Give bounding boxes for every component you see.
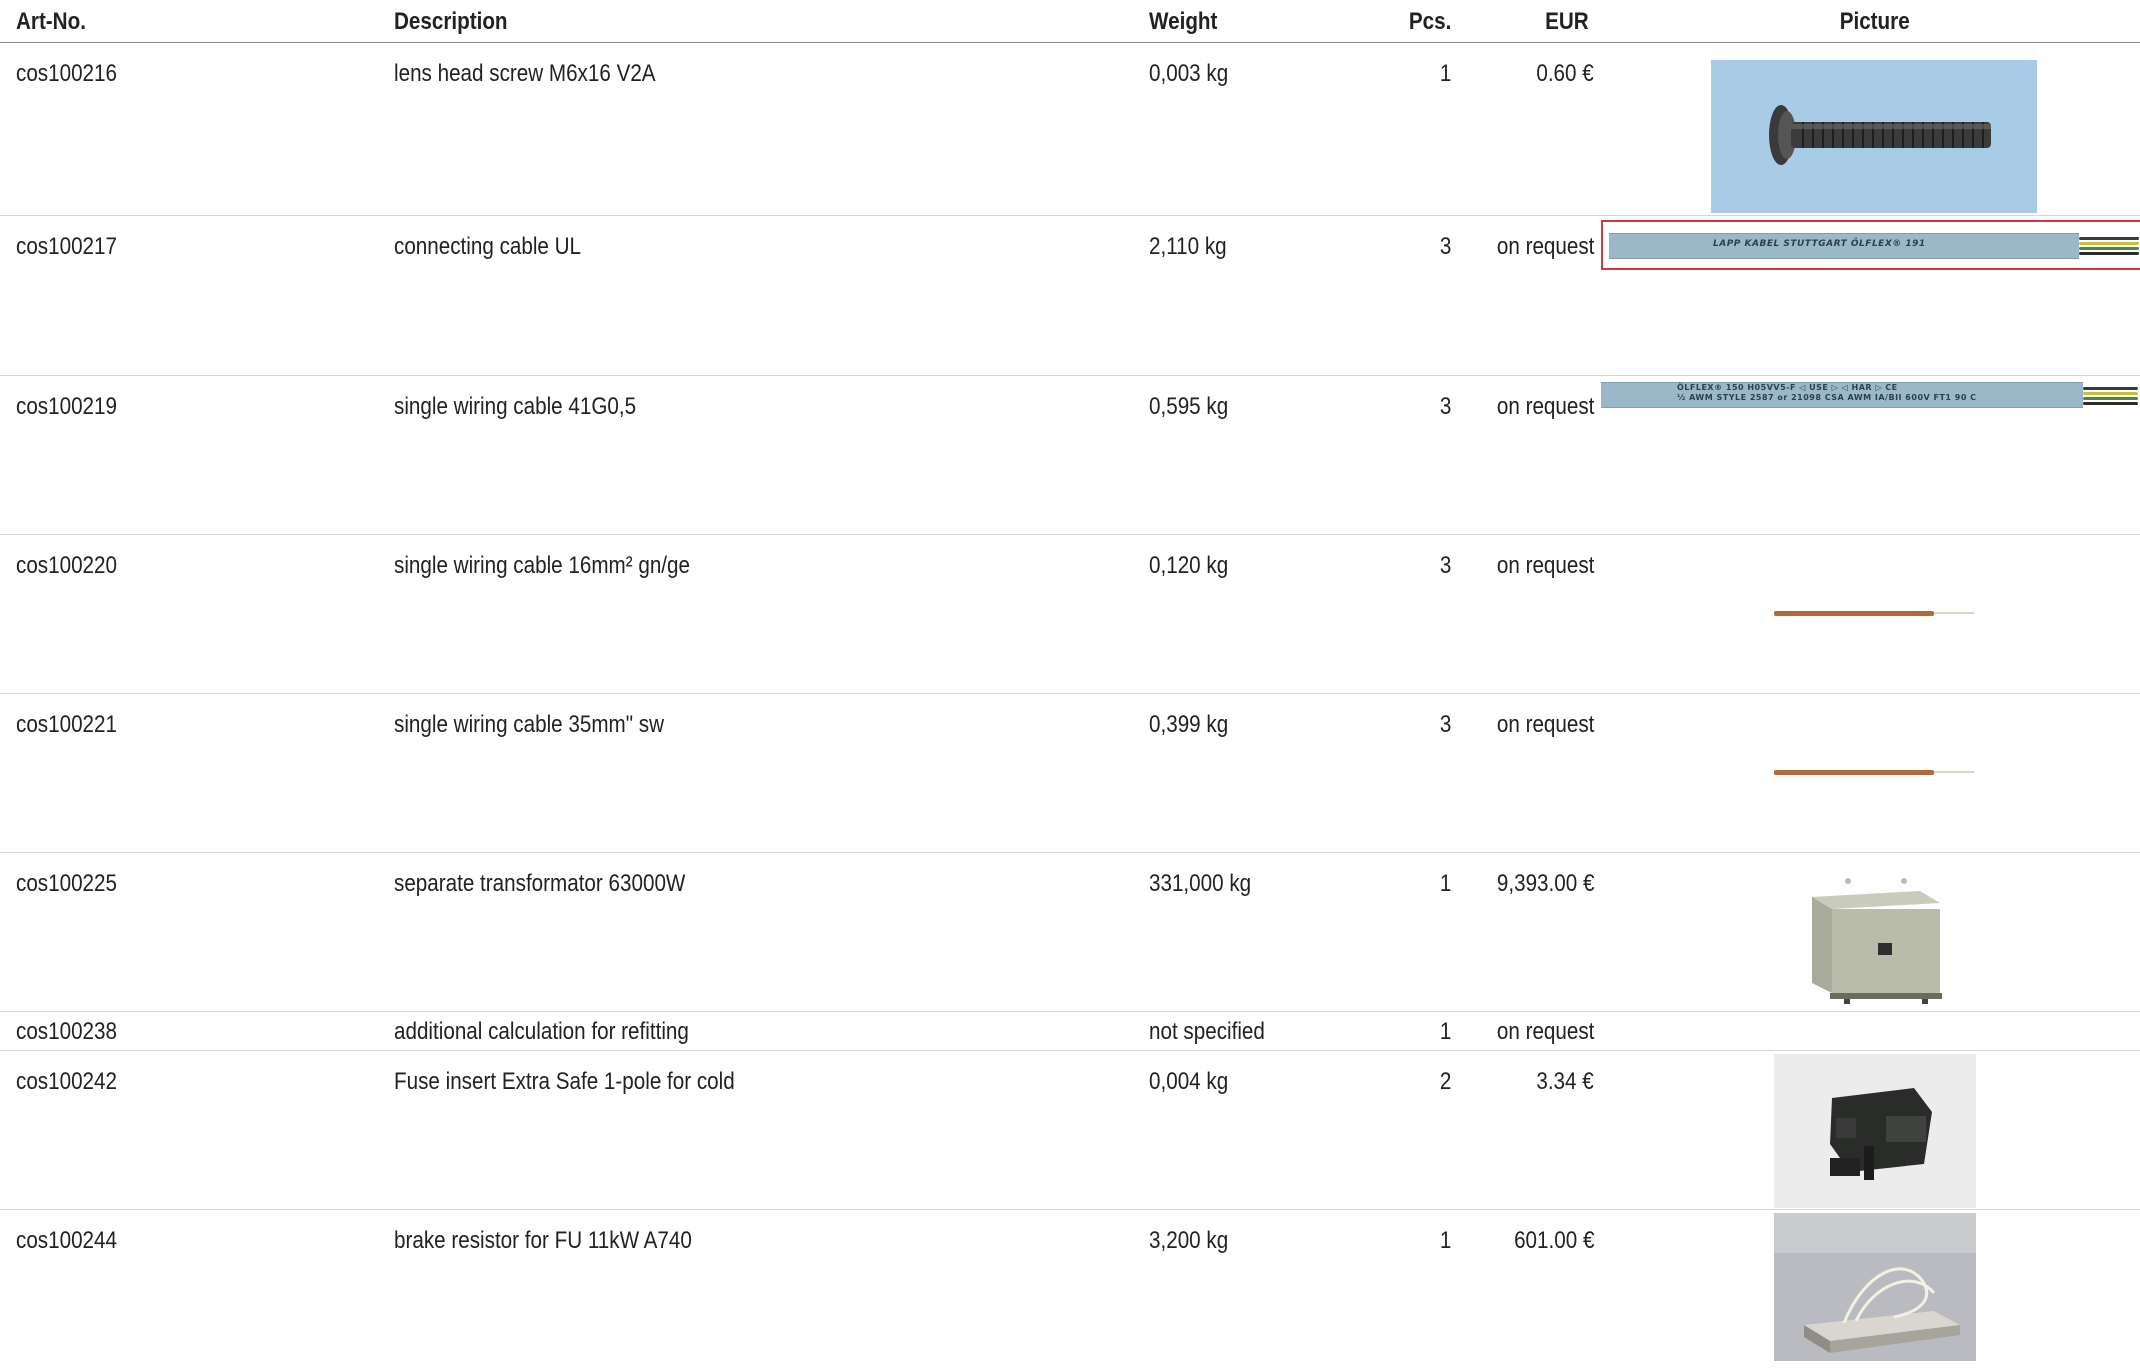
eur-cell: on request: [1496, 393, 1594, 420]
screw-icon: [1769, 105, 1991, 165]
pcs-cell: 3: [1439, 233, 1451, 260]
header-pcs: Pcs.: [1408, 8, 1451, 35]
weight-cell: 0,399 kg: [1149, 711, 1229, 738]
table-row: cos100238 additional calculation for ref…: [0, 1012, 2140, 1051]
header-weight: Weight: [1149, 8, 1218, 35]
cable-picture: ÖLFLEX® 150 H05VV5-F ◁ USE ▷ ◁ HAR ▷ CE …: [1601, 380, 2138, 410]
description-cell: single wiring cable 35mm" sw: [394, 711, 665, 738]
description-cell: single wiring cable 41G0,5: [394, 393, 637, 420]
eur-cell: 3.34 €: [1536, 1068, 1594, 1095]
pcs-cell: 2: [1439, 1068, 1451, 1095]
art-no-cell: cos100220: [16, 552, 117, 579]
wire-picture: [1774, 766, 1976, 780]
transformer-picture: [1804, 871, 1946, 1007]
table-row: cos100221 single wiring cable 35mm" sw 0…: [0, 694, 2140, 853]
eur-cell: 0.60 €: [1536, 60, 1594, 87]
weight-cell: 331,000 kg: [1149, 870, 1252, 897]
eur-cell: on request: [1496, 233, 1594, 260]
parts-table: Art-No. Description Weight Pcs. EUR Pict…: [0, 0, 2140, 1361]
table-header: Art-No. Description Weight Pcs. EUR Pict…: [0, 0, 2140, 43]
transformer-icon: [1812, 878, 1942, 1004]
description-cell: single wiring cable 16mm² gn/ge: [394, 552, 690, 579]
resistor-picture: [1774, 1213, 1976, 1361]
table-row: cos100244 brake resistor for FU 11kW A74…: [0, 1210, 2140, 1361]
eur-cell: 601.00 €: [1513, 1227, 1594, 1254]
pcs-cell: 1: [1439, 1018, 1451, 1045]
cable-print-text-2: ½ AWM STYLE 2587 or 21098 CSA AWM IA/BII…: [1677, 393, 1977, 402]
table-row: cos100217 connecting cable UL 2,110 kg 3…: [0, 216, 2140, 376]
table-row: cos100242 Fuse insert Extra Safe 1-pole …: [0, 1051, 2140, 1210]
table-row: cos100225 separate transformator 63000W …: [0, 853, 2140, 1012]
weight-cell: 0,003 kg: [1149, 60, 1229, 87]
weight-cell: not specified: [1149, 1018, 1265, 1045]
cable-picture: LAPP KABEL STUTTGART ÖLFLEX® 191: [1601, 220, 2140, 270]
art-no-cell: cos100217: [16, 233, 117, 260]
weight-cell: 0,004 kg: [1149, 1068, 1229, 1095]
pcs-cell: 1: [1439, 870, 1451, 897]
pcs-cell: 1: [1439, 1227, 1451, 1254]
table-row: cos100220 single wiring cable 16mm² gn/g…: [0, 535, 2140, 694]
pcs-cell: 1: [1439, 60, 1451, 87]
fuse-icon: [1774, 1054, 1976, 1208]
cable-print-text: LAPP KABEL STUTTGART ÖLFLEX® 191: [1713, 239, 1926, 249]
resistor-icon: [1774, 1213, 1976, 1361]
screw-picture: [1711, 60, 2037, 213]
description-cell: additional calculation for refitting: [394, 1018, 689, 1045]
header-description: Description: [394, 8, 508, 35]
header-picture: Picture: [1839, 8, 1910, 35]
weight-cell: 2,110 kg: [1149, 233, 1227, 260]
pcs-cell: 3: [1439, 552, 1451, 579]
table-row: cos100219 single wiring cable 41G0,5 0,5…: [0, 376, 2140, 535]
description-cell: connecting cable UL: [394, 233, 582, 260]
description-cell: separate transformator 63000W: [394, 870, 686, 897]
header-eur: EUR: [1545, 8, 1589, 35]
description-cell: lens head screw M6x16 V2A: [394, 60, 656, 87]
table-row: cos100216 lens head screw M6x16 V2A 0,00…: [0, 43, 2140, 216]
description-cell: Fuse insert Extra Safe 1-pole for cold: [394, 1068, 735, 1095]
wire-picture: [1774, 607, 1976, 621]
eur-cell: 9,393.00 €: [1496, 870, 1594, 897]
cable-print-text: ÖLFLEX® 150 H05VV5-F ◁ USE ▷ ◁ HAR ▷ CE: [1677, 383, 1898, 392]
art-no-cell: cos100221: [16, 711, 117, 738]
eur-cell: on request: [1496, 711, 1594, 738]
art-no-cell: cos100238: [16, 1018, 117, 1045]
description-cell: brake resistor for FU 11kW A740: [394, 1227, 692, 1254]
pcs-cell: 3: [1439, 711, 1451, 738]
eur-cell: on request: [1496, 552, 1594, 579]
eur-cell: on request: [1496, 1018, 1594, 1045]
pcs-cell: 3: [1439, 393, 1451, 420]
art-no-cell: cos100225: [16, 870, 117, 897]
art-no-cell: cos100244: [16, 1227, 117, 1254]
art-no-cell: cos100219: [16, 393, 117, 420]
weight-cell: 0,120 kg: [1149, 552, 1229, 579]
art-no-cell: cos100242: [16, 1068, 117, 1095]
weight-cell: 0,595 kg: [1149, 393, 1229, 420]
fuse-picture: [1774, 1054, 1976, 1208]
weight-cell: 3,200 kg: [1149, 1227, 1229, 1254]
header-art-no: Art-No.: [16, 8, 86, 35]
art-no-cell: cos100216: [16, 60, 117, 87]
